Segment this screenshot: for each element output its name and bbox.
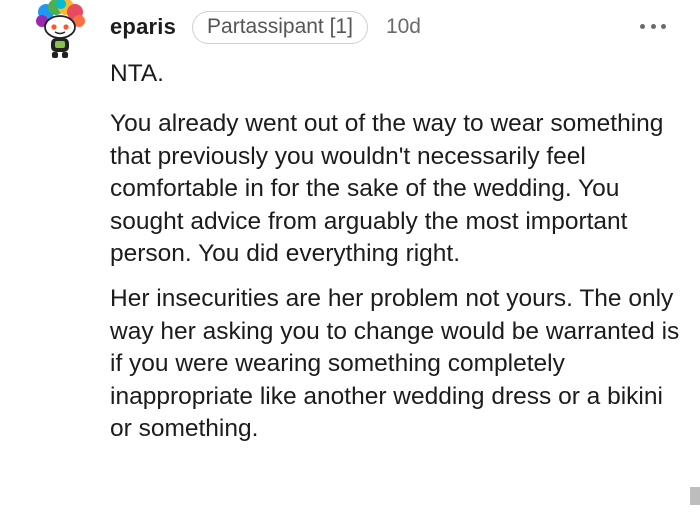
username-link[interactable]: eparis [110, 14, 176, 40]
comment-timestamp[interactable]: 10d [386, 15, 421, 39]
snoo-avatar-icon [36, 0, 85, 58]
comment-body: NTA. You already went out of the way to … [110, 58, 685, 458]
comment-paragraph: Her insecurities are her problem not you… [110, 285, 680, 443]
comment-card: eparis Partassipant [1] 10d NTA. You alr… [0, 0, 700, 520]
comment-paragraph: You already went out of the way to wear … [110, 110, 664, 268]
more-options-button[interactable] [640, 14, 666, 38]
more-dot-icon [640, 23, 645, 29]
user-flair-badge: Partassipant [1] [192, 10, 368, 44]
more-dot-icon [650, 23, 656, 29]
scrollbar-thumb[interactable] [690, 487, 700, 505]
more-dot-icon [661, 23, 666, 29]
user-avatar[interactable] [32, 0, 88, 62]
comment-verdict: NTA. [110, 60, 164, 87]
comment-header: eparis Partassipant [1] 10d [110, 10, 421, 44]
